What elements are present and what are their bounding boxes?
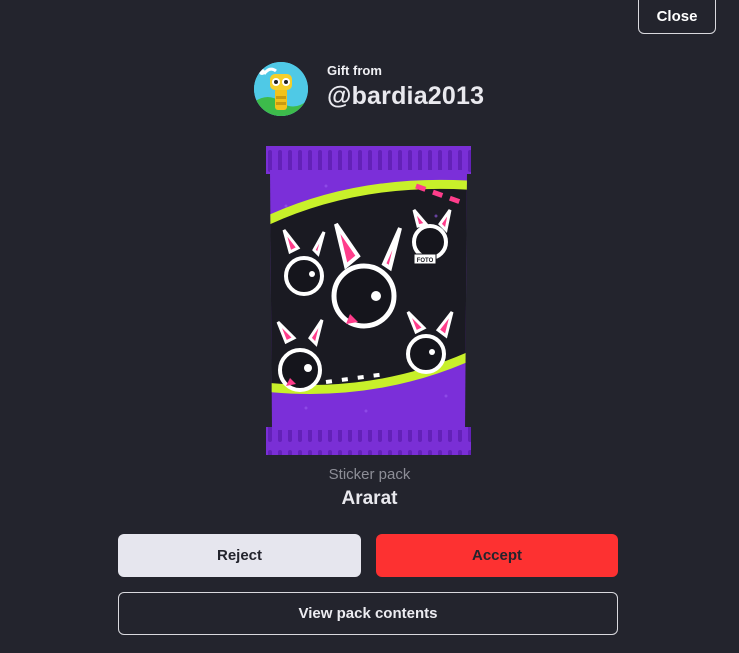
gift-from-label: Gift from — [327, 63, 382, 78]
pack-kind-label: Sticker pack — [328, 466, 411, 483]
pack-name: Ararat — [341, 488, 398, 509]
bunny-sticker-pack-art-icon: FOTO — [266, 146, 471, 455]
sender-text: Gift from @bardia2013 — [327, 63, 484, 111]
sticker-caption: FOTO — [417, 258, 434, 264]
robot-avatar-icon — [254, 62, 308, 116]
sticker-pack-image[interactable]: FOTO — [266, 146, 471, 455]
sender-username[interactable]: @bardia2013 — [327, 82, 484, 111]
view-pack-contents-button[interactable]: View pack contents — [118, 592, 618, 635]
sender-avatar[interactable] — [254, 62, 308, 116]
accept-button[interactable]: Accept — [376, 534, 618, 577]
close-button[interactable]: Close — [638, 0, 716, 34]
reject-button[interactable]: Reject — [118, 534, 361, 577]
gift-sender: Gift from @bardia2013 — [254, 62, 484, 116]
